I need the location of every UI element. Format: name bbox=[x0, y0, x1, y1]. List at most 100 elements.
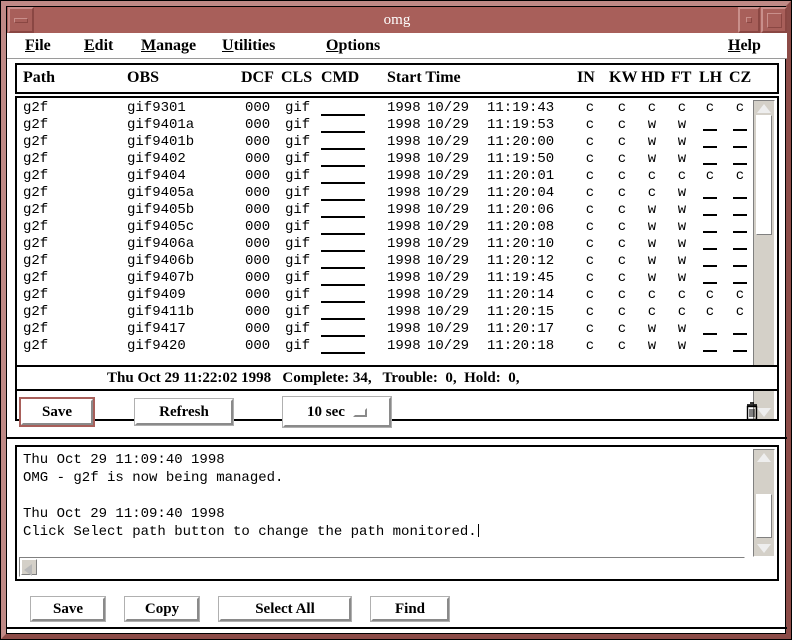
cell-cmd[interactable] bbox=[321, 185, 365, 201]
cell-cmd[interactable] bbox=[321, 202, 365, 218]
cell-date: 10/29 bbox=[427, 185, 469, 202]
menu-item-utilities[interactable]: Utilities bbox=[218, 36, 279, 56]
cell-ft: w bbox=[675, 270, 689, 287]
cell-year: 1998 bbox=[387, 321, 421, 338]
menu-item-file[interactable]: File bbox=[21, 36, 55, 56]
cell-kw: c bbox=[615, 287, 629, 304]
cell-cmd[interactable] bbox=[321, 304, 365, 320]
table-row[interactable]: g2fgif9420000gif199810/2911:20:18ccww bbox=[17, 338, 755, 355]
log-text-area[interactable]: Thu Oct 29 11:09:40 1998 OMG - g2f is no… bbox=[23, 451, 739, 541]
refresh-button[interactable]: Refresh bbox=[135, 399, 233, 425]
cell-obs: gif9405a bbox=[127, 185, 194, 202]
cell-in: c bbox=[583, 202, 597, 219]
log-select-all-button[interactable]: Select All bbox=[219, 597, 351, 621]
title-bar[interactable]: omg bbox=[7, 7, 787, 33]
cell-hd: w bbox=[645, 117, 659, 134]
column-header-lh: LH bbox=[699, 69, 722, 87]
log-horizontal-scrollbar[interactable] bbox=[19, 557, 745, 577]
cell-dcf: 000 bbox=[245, 253, 270, 270]
table-row[interactable]: g2fgif9402000gif199810/2911:19:50ccww bbox=[17, 151, 755, 168]
cell-ft: c bbox=[675, 287, 689, 304]
scroll-up-arrow-icon[interactable] bbox=[757, 104, 771, 113]
table-row[interactable]: g2fgif9401a000gif199810/2911:19:53ccww bbox=[17, 117, 755, 134]
cell-obs: gif9401b bbox=[127, 134, 194, 151]
cell-cmd[interactable] bbox=[321, 338, 365, 354]
table-row[interactable]: g2fgif9409000gif199810/2911:20:14cccccc bbox=[17, 287, 755, 304]
refresh-interval-option-menu[interactable]: 10 sec bbox=[283, 397, 391, 427]
cell-cmd[interactable] bbox=[321, 151, 365, 167]
menu-item-help[interactable]: Help bbox=[724, 36, 765, 56]
cell-cmd[interactable] bbox=[321, 321, 365, 337]
table-row[interactable]: g2fgif9405a000gif199810/2911:20:04cccw bbox=[17, 185, 755, 202]
cell-time: 11:19:50 bbox=[487, 151, 554, 168]
trash-icon[interactable] bbox=[740, 400, 764, 426]
cell-cmd[interactable] bbox=[321, 287, 365, 303]
cell-path: g2f bbox=[23, 304, 48, 321]
table-row[interactable]: g2fgif9406b000gif199810/2911:20:12ccww bbox=[17, 253, 755, 270]
status-bar: Thu Oct 29 11:22:02 1998 Complete: 34, T… bbox=[15, 365, 779, 391]
cell-obs: gif9407b bbox=[127, 270, 194, 287]
cell-hd: c bbox=[645, 100, 659, 117]
cell-cmd[interactable] bbox=[321, 219, 365, 235]
cell-ft: w bbox=[675, 185, 689, 202]
column-header-path: Path bbox=[23, 69, 55, 87]
cell-hd: w bbox=[645, 219, 659, 236]
cell-cmd[interactable] bbox=[321, 117, 365, 133]
cell-time: 11:20:12 bbox=[487, 253, 554, 270]
table-row[interactable]: g2fgif9405b000gif199810/2911:20:06ccww bbox=[17, 202, 755, 219]
cell-hd: w bbox=[645, 270, 659, 287]
log-scroll-left-arrow-icon[interactable] bbox=[24, 564, 32, 576]
cell-cmd[interactable] bbox=[321, 253, 365, 269]
cell-path: g2f bbox=[23, 270, 48, 287]
window-title: omg bbox=[7, 7, 787, 33]
log-save-button[interactable]: Save bbox=[31, 597, 105, 621]
menu-item-options[interactable]: Options bbox=[322, 36, 384, 56]
table-row[interactable]: g2fgif9301000gif199810/2911:19:43cccccc bbox=[17, 100, 755, 117]
cell-cmd[interactable] bbox=[321, 236, 365, 252]
cell-cz: c bbox=[733, 304, 747, 321]
table-row[interactable]: g2fgif9405c000gif199810/2911:20:08ccww bbox=[17, 219, 755, 236]
cell-hd: c bbox=[645, 304, 659, 321]
minimize-button[interactable] bbox=[8, 7, 34, 33]
log-vertical-scrollbar[interactable] bbox=[753, 449, 775, 557]
column-header-obs: OBS bbox=[127, 69, 159, 87]
cell-in: c bbox=[583, 100, 597, 117]
table-row[interactable]: g2fgif9401b000gif199810/2911:20:00ccww bbox=[17, 134, 755, 151]
table-row[interactable]: g2fgif9406a000gif199810/2911:20:10ccww bbox=[17, 236, 755, 253]
log-find-button[interactable]: Find bbox=[371, 597, 449, 621]
log-scroll-thumb[interactable] bbox=[756, 494, 772, 538]
cell-in: c bbox=[583, 321, 597, 338]
save-button[interactable]: Save bbox=[21, 399, 93, 425]
table-row[interactable]: g2fgif9417000gif199810/2911:20:17ccww bbox=[17, 321, 755, 338]
table-row[interactable]: g2fgif9404000gif199810/2911:20:01cccccc bbox=[17, 168, 755, 185]
resize-button[interactable] bbox=[761, 7, 787, 33]
log-copy-button[interactable]: Copy bbox=[125, 597, 199, 621]
menu-item-manage[interactable]: Manage bbox=[137, 36, 200, 56]
cell-in: c bbox=[583, 270, 597, 287]
table-scroll-thumb[interactable] bbox=[756, 115, 772, 235]
cell-cls: gif bbox=[285, 253, 310, 270]
cell-ft: w bbox=[675, 202, 689, 219]
cell-time: 11:20:00 bbox=[487, 134, 554, 151]
cell-cmd[interactable] bbox=[321, 270, 365, 286]
cell-cmd[interactable] bbox=[321, 134, 365, 150]
cell-cmd[interactable] bbox=[321, 100, 365, 116]
cell-cmd[interactable] bbox=[321, 168, 365, 184]
window-bottom-edge bbox=[7, 627, 787, 629]
cell-in: c bbox=[583, 185, 597, 202]
log-scroll-down-arrow-icon[interactable] bbox=[757, 544, 771, 553]
cell-path: g2f bbox=[23, 100, 48, 117]
table-row[interactable]: g2fgif9411b000gif199810/2911:20:15cccccc bbox=[17, 304, 755, 321]
cell-cz bbox=[733, 117, 747, 131]
log-scroll-up-arrow-icon[interactable] bbox=[757, 453, 771, 462]
cell-ft: w bbox=[675, 117, 689, 134]
cell-cz bbox=[733, 219, 747, 233]
menu-item-edit[interactable]: Edit bbox=[80, 36, 117, 56]
cell-hd: w bbox=[645, 202, 659, 219]
cell-lh: c bbox=[703, 100, 717, 117]
table-row[interactable]: g2fgif9407b000gif199810/2911:19:45ccww bbox=[17, 270, 755, 287]
maximize-button[interactable] bbox=[738, 7, 760, 33]
column-header-dcf: DCF bbox=[241, 69, 274, 87]
cell-kw: c bbox=[615, 168, 629, 185]
log-hscroll-thumb[interactable] bbox=[21, 559, 37, 575]
